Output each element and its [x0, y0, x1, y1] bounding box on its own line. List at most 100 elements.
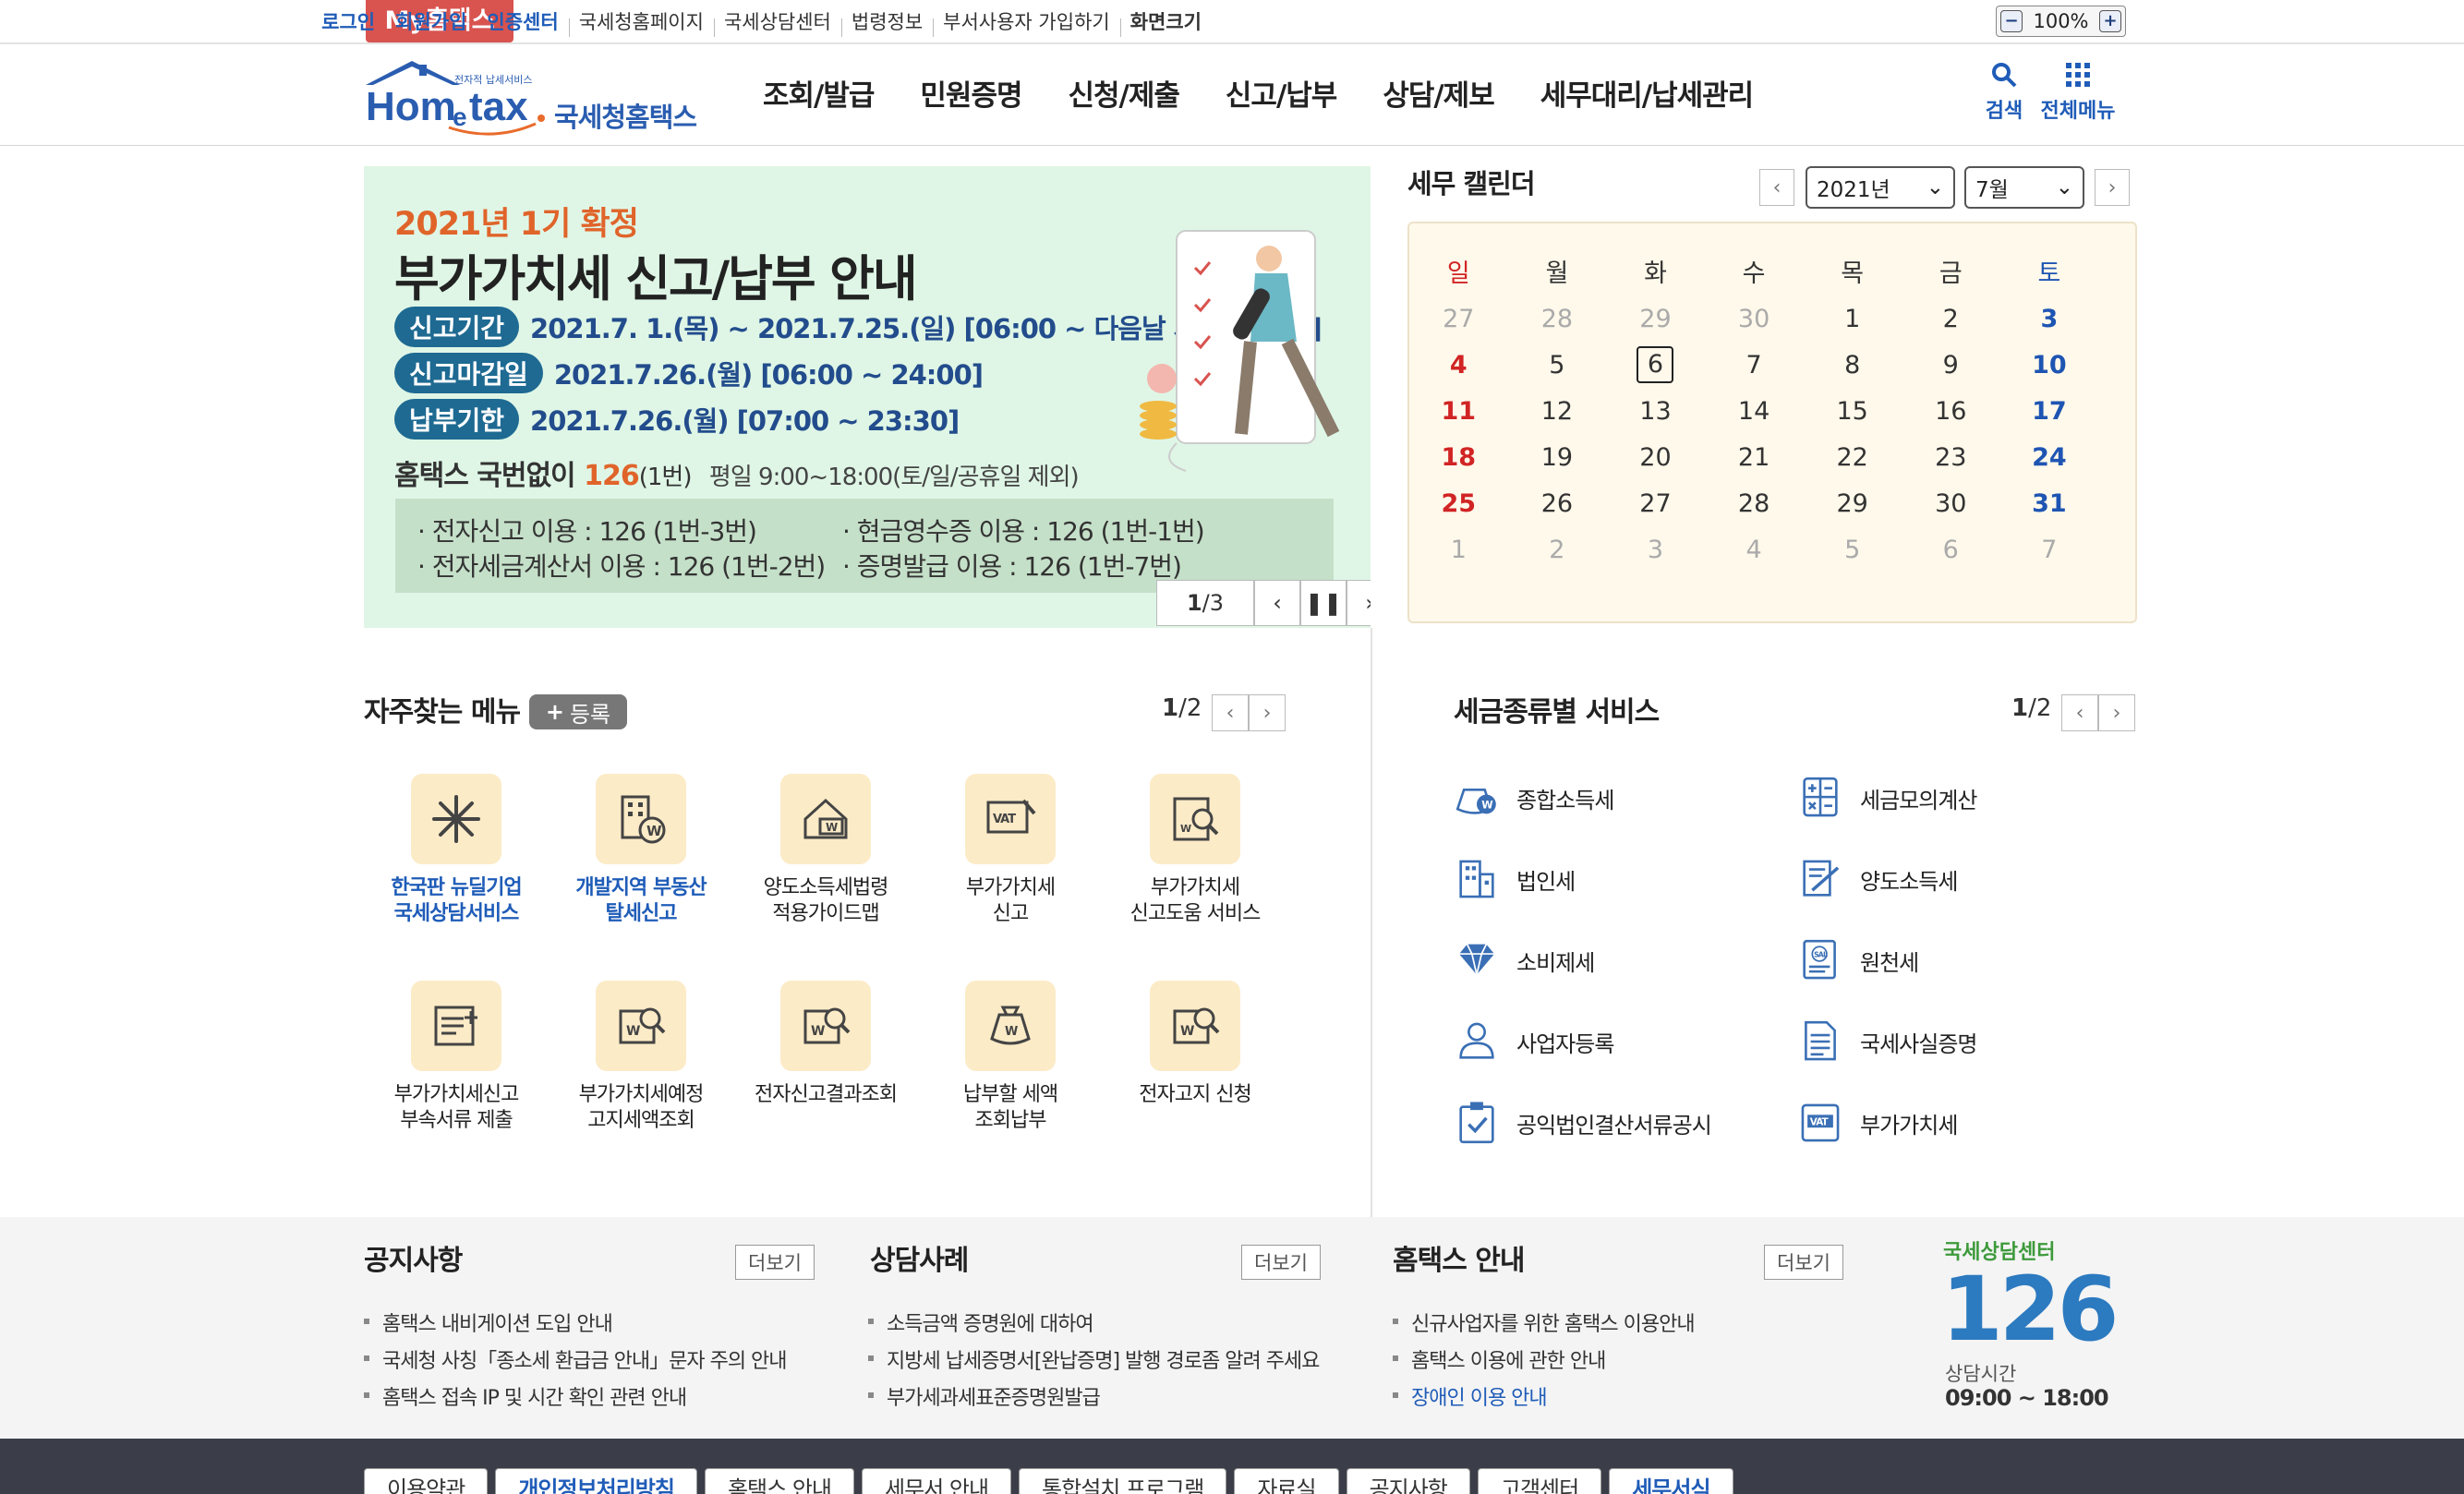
consult-center-link[interactable]: 국세상담센터 [713, 7, 841, 37]
tax-service-item[interactable]: 국세사실증명 [1795, 1019, 1977, 1064]
calendar-day[interactable]: 7 [2000, 536, 2099, 564]
footer-tab[interactable]: 고객센터 [1477, 1468, 1602, 1494]
freq-menu-item[interactable]: 부가가치세신고 부속서류 제출 [364, 981, 549, 1134]
calendar-day[interactable]: 13 [1606, 397, 1705, 426]
register-menu-button[interactable]: + 등록 [529, 694, 627, 729]
banner-pause-button[interactable]: ❚❚ [1300, 580, 1347, 626]
guide-item[interactable]: 홈택스 이용에 관한 안내 [1393, 1344, 1695, 1381]
calendar-day[interactable]: 24 [2000, 443, 2099, 472]
calendar-day[interactable]: 3 [2000, 305, 2099, 333]
tax-service-item[interactable]: 공익법인결산서류공시 [1452, 1101, 1712, 1145]
calendar-day[interactable]: 6 [1902, 536, 2000, 564]
law-info-link[interactable]: 법령정보 [840, 7, 933, 37]
tax-service-item[interactable]: 소비제세 [1452, 938, 1595, 982]
banner-next-button[interactable]: › [1347, 580, 1371, 626]
calendar-day[interactable]: 4 [1409, 351, 1508, 380]
freq-menu-item[interactable]: W 부가가치세 신고도움 서비스 [1103, 774, 1287, 927]
calendar-today[interactable]: 6 [1637, 346, 1674, 383]
footer-tab[interactable]: 공지사항 [1346, 1468, 1470, 1494]
calendar-day[interactable]: 25 [1409, 489, 1508, 518]
calendar-day[interactable]: 21 [1705, 443, 1804, 472]
banner-prev-button[interactable]: ‹ [1254, 580, 1300, 626]
consult-item[interactable]: 지방세 납세증명서[완납증명] 발행 경로좀 알려 주세요 [868, 1344, 1320, 1381]
calendar-day[interactable]: 18 [1409, 443, 1508, 472]
nav-civil-cert[interactable]: 민원증명 [920, 72, 1022, 114]
freq-menu-item[interactable]: W 개발지역 부동산 탈세신고 [549, 774, 733, 927]
calendar-day[interactable]: 3 [1606, 536, 1705, 564]
calendar-day[interactable]: 5 [1508, 351, 1607, 380]
calendar-day[interactable]: 6 [1606, 346, 1705, 383]
calendar-day[interactable]: 10 [2000, 351, 2099, 380]
calendar-day[interactable]: 29 [1606, 305, 1705, 333]
freq-menu-item[interactable]: W 전자고지 신청 [1103, 981, 1287, 1108]
nav-consult-report[interactable]: 상담/제보 [1383, 72, 1494, 114]
footer-tab[interactable]: 세무서식 [1609, 1468, 1733, 1494]
calendar-day[interactable]: 27 [1409, 305, 1508, 333]
calendar-day[interactable]: 1 [1409, 536, 1508, 564]
cert-center-link[interactable]: 인증센터 [477, 7, 568, 35]
calendar-day[interactable]: 12 [1508, 397, 1607, 426]
calendar-day[interactable]: 8 [1803, 351, 1902, 380]
calendar-day[interactable]: 2 [1508, 536, 1607, 564]
tax-service-item[interactable]: 사업자등록 [1452, 1019, 1614, 1064]
zoom-out-button[interactable]: − [2000, 10, 2023, 32]
freq-next-button[interactable]: › [1249, 694, 1286, 731]
notice-item[interactable]: 국세청 사칭「종소세 환급금 안내」문자 주의 안내 [364, 1344, 788, 1381]
nav-report-pay[interactable]: 신고/납부 [1226, 72, 1337, 114]
footer-tab[interactable]: 홈택스 안내 [704, 1468, 854, 1494]
freq-menu-item[interactable]: W 전자신고결과조회 [733, 981, 918, 1108]
calendar-day[interactable]: 7 [1705, 351, 1804, 380]
calendar-day[interactable]: 29 [1803, 489, 1902, 518]
guide-more-button[interactable]: 더보기 [1764, 1245, 1843, 1280]
calendar-day[interactable]: 15 [1803, 397, 1902, 426]
freq-menu-item[interactable]: VAT 부가가치세 신고 [918, 774, 1103, 927]
freq-menu-item[interactable]: W 부가가치세예정 고지세액조회 [549, 981, 733, 1134]
freq-menu-item[interactable]: 한국판 뉴딜기업 국세상담서비스 [364, 774, 549, 927]
month-select[interactable]: 7월 ⌄ [1964, 166, 2084, 209]
calendar-day[interactable]: 11 [1409, 397, 1508, 426]
freq-menu-item[interactable]: W 양도소득세법령 적용가이드맵 [733, 774, 918, 927]
calendar-day[interactable]: 16 [1902, 397, 2000, 426]
tax-next-button[interactable]: › [2098, 694, 2135, 731]
footer-tab[interactable]: 통합설치 프로그램 [1019, 1468, 1227, 1494]
calendar-day[interactable]: 30 [1705, 305, 1804, 333]
calendar-day[interactable]: 19 [1508, 443, 1607, 472]
tax-service-item[interactable]: VAT 부가가치세 [1795, 1101, 1958, 1145]
nav-inquiry-issue[interactable]: 조회/발급 [763, 72, 875, 114]
notice-more-button[interactable]: 더보기 [735, 1245, 815, 1280]
calendar-day[interactable]: 23 [1902, 443, 2000, 472]
year-select[interactable]: 2021년 ⌄ [1806, 166, 1955, 209]
dept-user-signup-link[interactable]: 부서사용자 가입하기 [933, 7, 1120, 37]
calendar-day[interactable]: 20 [1606, 443, 1705, 472]
nts-homepage-link[interactable]: 국세청홈페이지 [568, 7, 714, 37]
login-link[interactable]: 로그인 [311, 7, 385, 35]
calendar-prev-button[interactable]: ‹ [1759, 169, 1794, 206]
calendar-day[interactable]: 31 [2000, 489, 2099, 518]
calendar-day[interactable]: 22 [1803, 443, 1902, 472]
vat-notice-banner[interactable]: 2021년 1기 확정 부가가치세 신고/납부 안내 신고기간 2021.7. … [364, 166, 1371, 628]
calendar-day[interactable]: 14 [1705, 397, 1804, 426]
notice-item[interactable]: 홈택스 내비게이션 도입 안내 [364, 1307, 787, 1344]
tax-service-item[interactable]: SAL 원천세 [1795, 938, 1919, 982]
calendar-day[interactable]: 9 [1902, 351, 2000, 380]
footer-tab[interactable]: 세무서 안내 [862, 1468, 1012, 1494]
calendar-day[interactable]: 30 [1902, 489, 2000, 518]
calendar-day[interactable]: 28 [1508, 305, 1607, 333]
tax-service-item[interactable]: 법인세 [1452, 857, 1576, 901]
tax-service-item[interactable]: W 종합소득세 [1452, 776, 1614, 820]
calendar-day[interactable]: 17 [2000, 397, 2099, 426]
calendar-day[interactable]: 1 [1803, 305, 1902, 333]
nav-tax-agent[interactable]: 세무대리/납세관리 [1540, 72, 1754, 114]
consult-more-button[interactable]: 더보기 [1241, 1245, 1321, 1280]
consult-item[interactable]: 부가세과세표준증명원발급 [868, 1381, 1319, 1418]
footer-tab[interactable]: 이용약관 [364, 1468, 489, 1494]
signup-link[interactable]: 회원가입 [385, 7, 477, 35]
calendar-day[interactable]: 28 [1705, 489, 1804, 518]
footer-tab[interactable]: 자료실 [1234, 1468, 1339, 1494]
footer-tab[interactable]: 개인정보처리방침 [495, 1468, 697, 1494]
calendar-day[interactable]: 26 [1508, 489, 1607, 518]
notice-item[interactable]: 홈택스 접속 IP 및 시간 확인 관련 안내 [364, 1381, 787, 1418]
guide-item[interactable]: 장애인 이용 안내 [1393, 1381, 1695, 1418]
calendar-day[interactable]: 2 [1902, 305, 2000, 333]
consult-item[interactable]: 소득금액 증명원에 대하여 [868, 1307, 1319, 1344]
